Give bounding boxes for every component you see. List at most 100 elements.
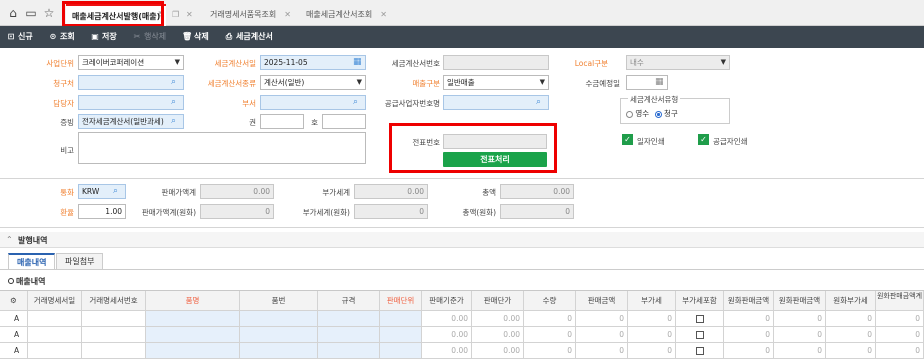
grid-cell[interactable]: 0 [826, 327, 876, 343]
grid-cell[interactable]: 0 [826, 343, 876, 359]
grid-cell[interactable]: 0 [876, 343, 924, 359]
slip-process-button[interactable]: 전표처리 [443, 152, 547, 167]
grid-cell[interactable]: 0.00 [422, 311, 472, 327]
grid-cell[interactable]: 0 [826, 311, 876, 327]
col-header[interactable]: 원화판매금액계 [876, 291, 924, 311]
grid-cell[interactable] [318, 327, 380, 343]
col-header[interactable]: 판매기준가 [422, 291, 472, 311]
search-icon[interactable]: ⌕ [113, 186, 123, 197]
invoice-kind-select[interactable]: 계산서(일반) ▼ [260, 75, 366, 90]
print-icon[interactable]: ▭ [24, 6, 38, 20]
vat-included-cell[interactable] [676, 311, 724, 327]
sales-type-select[interactable]: 일반매출 ▼ [443, 75, 549, 90]
delete-button[interactable]: 🗑 삭제 [182, 26, 209, 48]
grid-cell[interactable] [82, 327, 146, 343]
grid-cell[interactable] [28, 343, 82, 359]
tab-close-icon[interactable]: ✕ [180, 4, 199, 26]
grid-cell[interactable] [146, 311, 240, 327]
grid-cell[interactable]: 0.00 [472, 327, 524, 343]
col-header[interactable]: 규격 [318, 291, 380, 311]
search-icon[interactable]: ⌕ [171, 116, 181, 127]
grid-cell[interactable]: 0 [576, 343, 628, 359]
detail-section-header[interactable]: ⌃ 발행내역 [0, 232, 924, 248]
grid-cell[interactable] [380, 311, 422, 327]
grid-cell[interactable]: 0.00 [422, 343, 472, 359]
vat-included-checkbox[interactable] [695, 331, 704, 339]
calendar-icon[interactable]: ▦ [353, 57, 363, 68]
col-header[interactable]: 원화부가세 [826, 291, 876, 311]
invoice-no-input[interactable] [443, 55, 549, 70]
remark-textarea[interactable] [78, 132, 366, 164]
search-icon[interactable]: ⌕ [536, 97, 546, 108]
grid-cell[interactable]: 0 [524, 311, 576, 327]
currency-input[interactable]: KRW ⌕ [78, 184, 126, 199]
col-header[interactable]: 거래명세서일 [28, 291, 82, 311]
collect-date-input[interactable]: ▦ [626, 75, 668, 90]
calendar-icon[interactable]: ▦ [655, 77, 665, 88]
local-type-select[interactable]: 내수 ▼ [626, 55, 730, 70]
col-header[interactable]: 품번 [240, 291, 318, 311]
grid-cell[interactable]: 0.00 [422, 327, 472, 343]
business-unit-select[interactable]: 크레이버코퍼레이션 ▼ [78, 55, 184, 70]
grid-cell[interactable] [380, 343, 422, 359]
vat-included-cell[interactable] [676, 343, 724, 359]
print-date-checkbox[interactable]: ✓ [622, 134, 633, 145]
vat-included-cell[interactable] [676, 327, 724, 343]
close-icon[interactable]: ✕ [380, 10, 387, 19]
print-supplier-checkbox[interactable]: ✓ [698, 134, 709, 145]
search-icon[interactable]: ⌕ [171, 77, 181, 88]
col-header[interactable]: 부가세 [628, 291, 676, 311]
tab-file-attach[interactable]: 파일첨부 [56, 253, 104, 269]
col-header[interactable]: 판매금액 [576, 291, 628, 311]
grid-cell[interactable] [146, 343, 240, 359]
grid-cell[interactable] [318, 343, 380, 359]
manager-input[interactable]: ⌕ [78, 95, 184, 110]
grid-cell[interactable]: 0 [524, 327, 576, 343]
grid-cell[interactable]: 0 [628, 311, 676, 327]
tab-statement-items[interactable]: 거래명세서품목조회 ✕ [204, 4, 297, 26]
grid-cell[interactable]: 0 [524, 343, 576, 359]
vat-included-checkbox[interactable] [695, 315, 704, 323]
invoice-date-input[interactable]: 2025-11-05 ▦ [260, 55, 366, 70]
search-button[interactable]: ⊙ 조회 [48, 26, 75, 48]
col-header[interactable]: 판매단위 [380, 291, 422, 311]
save-button[interactable]: ▣ 저장 [90, 26, 117, 48]
grid-cell[interactable] [380, 327, 422, 343]
gear-icon[interactable]: ⚙ [10, 296, 17, 305]
dept-input[interactable]: ⌕ [260, 95, 366, 110]
grid-cell[interactable]: 0 [876, 327, 924, 343]
close-icon[interactable]: ✕ [284, 10, 291, 19]
claim-radio[interactable] [654, 110, 662, 118]
grid-cell[interactable]: 0 [774, 327, 826, 343]
search-icon[interactable]: ⌕ [353, 97, 363, 108]
ho-input[interactable] [322, 114, 366, 129]
row-delete-button[interactable]: ✂ 행삭제 [132, 26, 166, 48]
rate-input[interactable]: 1.00 [78, 204, 126, 219]
grid-cell[interactable] [28, 311, 82, 327]
tax-invoice-button[interactable]: ⎙ 세금계산서 [224, 26, 273, 48]
grid-cell[interactable] [28, 327, 82, 343]
grid-cell[interactable]: 0 [774, 311, 826, 327]
grid-cell[interactable]: 0 [628, 343, 676, 359]
receipt-radio[interactable] [626, 110, 633, 118]
evidence-input[interactable]: 전자세금계산서(일반과세) ⌕ [78, 114, 184, 129]
grid-cell[interactable] [318, 311, 380, 327]
grid-cell[interactable]: 0 [724, 343, 774, 359]
grid-cell[interactable]: 0.00 [472, 311, 524, 327]
grid-settings-cell[interactable]: ⚙ [0, 291, 28, 311]
col-header[interactable]: 부가세포함 [676, 291, 724, 311]
grid-cell[interactable] [240, 327, 318, 343]
grid-cell[interactable]: 0 [724, 311, 774, 327]
col-header[interactable]: 원화판매금액 [724, 291, 774, 311]
grid-cell[interactable] [240, 343, 318, 359]
col-header[interactable]: 원화판매금액 [774, 291, 826, 311]
supplier-biz-input[interactable]: ⌕ [443, 95, 549, 110]
tab-sales-details[interactable]: 매출내역 [8, 253, 56, 269]
grid-cell[interactable] [82, 311, 146, 327]
col-header[interactable]: 거래명세서번호 [82, 291, 146, 311]
col-header[interactable]: 품명 [146, 291, 240, 311]
vat-included-checkbox[interactable] [695, 347, 704, 355]
col-header[interactable]: 판매단가 [472, 291, 524, 311]
star-icon[interactable]: ☆ [42, 6, 56, 20]
search-icon[interactable]: ⌕ [171, 97, 181, 108]
